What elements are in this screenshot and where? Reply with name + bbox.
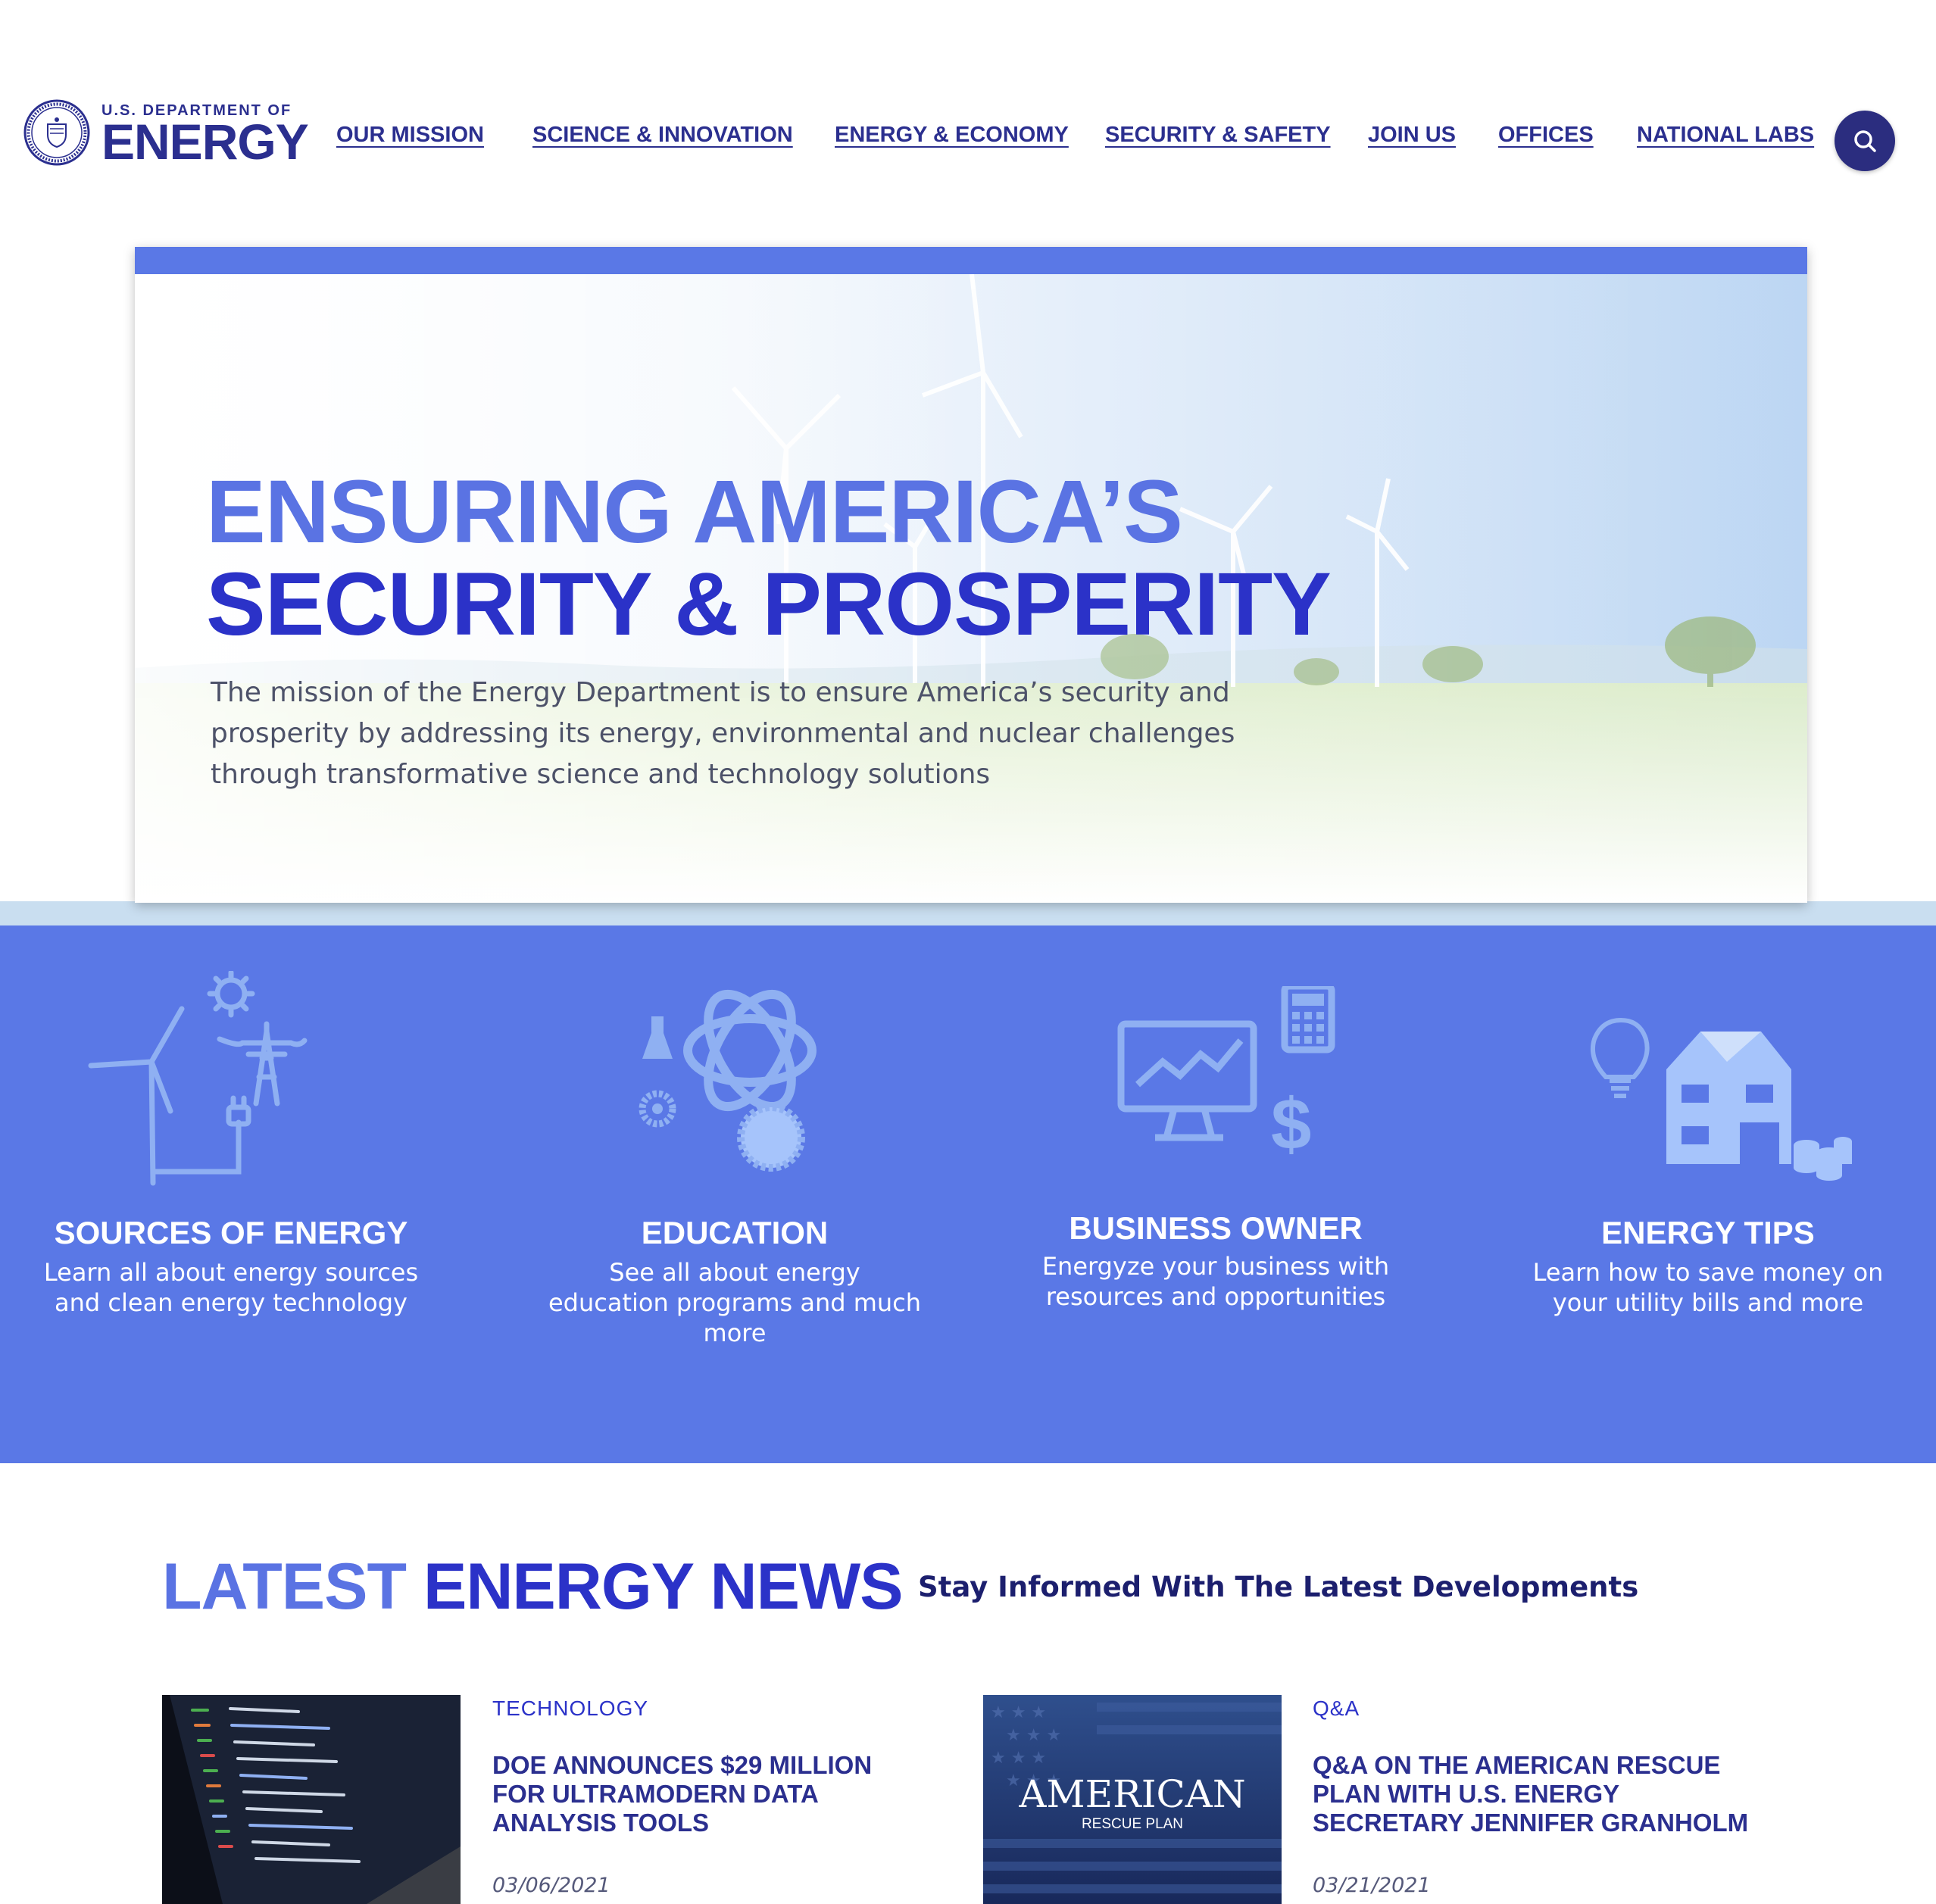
nav-join-us[interactable]: JOIN US <box>1368 123 1456 148</box>
logo-energy-text: ENERGY <box>101 113 309 170</box>
hero-description: The mission of the Energy Department is … <box>211 677 1235 790</box>
news-category[interactable]: TECHNOLOGY <box>492 1696 648 1721</box>
search-icon <box>1854 130 1876 152</box>
atom-icon <box>639 989 817 1172</box>
category-sources-of-energy[interactable]: SOURCES OF ENERGY Learn all about energy… <box>38 971 424 1395</box>
news-subheading: Stay Informed With The Latest Developmen… <box>918 1571 1639 1603</box>
svg-text:AMERICAN: AMERICAN <box>1018 1772 1245 1816</box>
news-heading-energy-news: ENERGY NEWS <box>423 1550 904 1623</box>
hero-title-line2: SECURITY & PROSPERITY <box>206 554 1332 654</box>
svg-text:★ ★ ★: ★ ★ ★ <box>991 1703 1046 1722</box>
category-title: BUSINESS OWNER <box>1069 1210 1363 1246</box>
house-icon <box>1590 1017 1852 1181</box>
svg-text:$: $ <box>1271 1084 1311 1165</box>
nav-our-mission[interactable]: OUR MISSION <box>336 123 484 148</box>
doe-seal-icon <box>23 99 90 166</box>
category-title: ENERGY TIPS <box>1601 1215 1815 1250</box>
svg-text:★ ★ ★: ★ ★ ★ <box>991 1749 1046 1768</box>
wind-turbine-icon <box>88 971 308 1186</box>
search-button[interactable] <box>1835 111 1895 171</box>
code-laptop-image <box>162 1695 461 1904</box>
hero-top-bar <box>135 247 1807 274</box>
news-title[interactable]: Q&A ON THE AMERICAN RESCUE PLAN WITH U.S… <box>1313 1751 1767 1837</box>
category-title: EDUCATION <box>641 1215 829 1250</box>
news-category[interactable]: Q&A <box>1313 1696 1360 1721</box>
svg-text:★ ★ ★: ★ ★ ★ <box>1006 1726 1061 1745</box>
nav-security-safety[interactable]: SECURITY & SAFETY <box>1105 123 1331 148</box>
american-rescue-plan-image: ★ ★ ★★ ★ ★★ ★ ★★ ★ ★ AMERICAN RESCUE PLA… <box>983 1695 1282 1904</box>
category-title: SOURCES OF ENERGY <box>54 1215 408 1250</box>
site-header: U.S. DEPARTMENT OF ENERGY OUR MISSION SC… <box>0 0 1936 242</box>
category-energy-tips[interactable]: ENERGY TIPS Learn how to save money on y… <box>1522 986 1894 1395</box>
news-heading-latest: LATEST <box>162 1550 407 1623</box>
nav-national-labs[interactable]: NATIONAL LABS <box>1637 123 1814 148</box>
hero-band <box>0 901 1936 925</box>
category-description: Learn how to save money on your utility … <box>1532 1258 1884 1317</box>
monitor-chart-icon: $ <box>1117 986 1335 1165</box>
news-image-american-rescue-plan[interactable]: ★ ★ ★ ★ ★ ★ ★ ★ ★ ★ ★ ★ AMERICAN RESCUE PLA… <box>983 1695 1282 1904</box>
hero-section: ENSURING AMERICA’S SECURITY & PROSPERITY… <box>135 247 1807 903</box>
category-description: Learn all about energy sources and clean… <box>43 1258 419 1317</box>
nav-energy-economy[interactable]: ENERGY & ECONOMY <box>835 123 1069 148</box>
doe-logo[interactable]: U.S. DEPARTMENT OF ENERGY <box>23 98 309 170</box>
nav-offices[interactable]: OFFICES <box>1498 123 1594 148</box>
news-title[interactable]: DOE ANNOUNCES $29 MILLION FOR ULTRAMODER… <box>492 1751 916 1837</box>
category-description: Energyze your business with resources an… <box>1041 1252 1390 1311</box>
category-description: See all about energy education programs … <box>548 1258 922 1347</box>
category-business-owner[interactable]: $ BUSINESS OWNER Energyze your business … <box>1030 986 1401 1395</box>
category-education[interactable]: EDUCATION See all about energy education… <box>545 986 924 1395</box>
categories-section: SOURCES OF ENERGY Learn all about energy… <box>0 925 1936 1463</box>
nav-science-innovation[interactable]: SCIENCE & INNOVATION <box>532 123 793 148</box>
hero-title-line1: ENSURING AMERICA’S <box>206 462 1183 562</box>
news-heading: LATEST ENERGY NEWS <box>162 1550 904 1625</box>
news-image-code-laptop[interactable] <box>162 1695 461 1904</box>
news-date: 03/21/2021 <box>1313 1874 1431 1897</box>
svg-text:RESCUE PLAN: RESCUE PLAN <box>1082 1816 1183 1832</box>
news-date: 03/06/2021 <box>492 1874 610 1897</box>
